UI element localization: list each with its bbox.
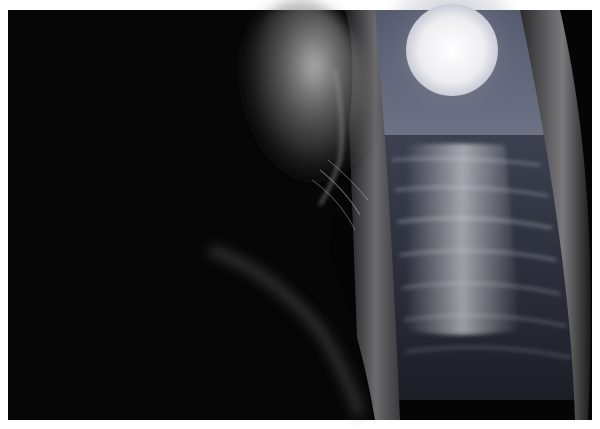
night-scene-photo: [0, 0, 600, 429]
woman-silhouette: [8, 0, 375, 420]
full-moon: [406, 4, 498, 96]
photo-frame: [0, 0, 600, 429]
